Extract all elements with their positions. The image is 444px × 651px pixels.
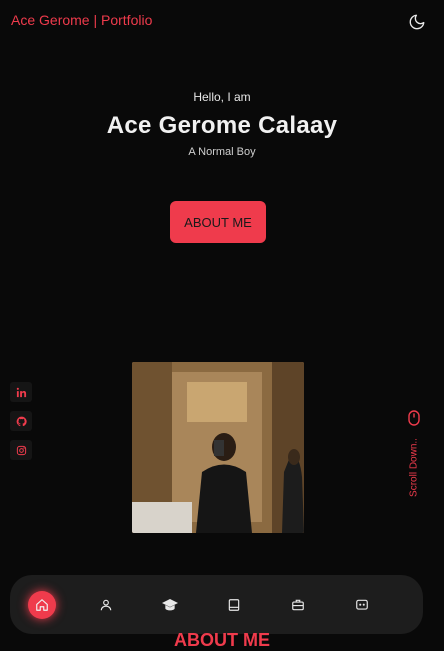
nav-education[interactable]	[138, 575, 202, 634]
moon-icon[interactable]	[408, 13, 426, 31]
hero-name: Ace Gerome Calaay	[106, 112, 338, 139]
github-icon[interactable]	[10, 411, 32, 431]
scroll-down-label: Scroll Down..	[408, 438, 420, 497]
brand-title[interactable]: Ace Gerome | Portfolio	[11, 12, 152, 28]
social-links	[10, 382, 32, 469]
briefcase-icon	[284, 591, 312, 619]
nav-projects[interactable]	[202, 575, 266, 634]
hero-greeting: Hello, I am	[193, 90, 251, 104]
nav-about[interactable]	[74, 575, 138, 634]
about-me-button[interactable]: ABOUT ME	[170, 201, 266, 243]
section-title-about: ABOUT ME	[174, 630, 270, 650]
mouse-icon	[408, 410, 420, 426]
nav-contact[interactable]	[330, 575, 394, 634]
site-header: Ace Gerome | Portfolio	[0, 0, 444, 44]
linkedin-icon[interactable]	[10, 382, 32, 402]
profile-photo	[132, 362, 304, 533]
nav-experience[interactable]	[266, 575, 330, 634]
book-icon	[220, 591, 248, 619]
user-icon	[92, 591, 120, 619]
message-icon	[348, 591, 376, 619]
hero-role: A Normal Boy	[188, 146, 256, 158]
graduation-cap-icon	[156, 591, 184, 619]
bottom-nav	[10, 575, 423, 634]
home-icon	[28, 590, 56, 619]
instagram-icon[interactable]	[10, 440, 32, 460]
hero-section: Hello, I am Ace Gerome Calaay A Normal B…	[0, 90, 444, 158]
scroll-down-link[interactable]: Scroll Down..	[404, 410, 424, 502]
nav-home[interactable]	[10, 575, 74, 634]
